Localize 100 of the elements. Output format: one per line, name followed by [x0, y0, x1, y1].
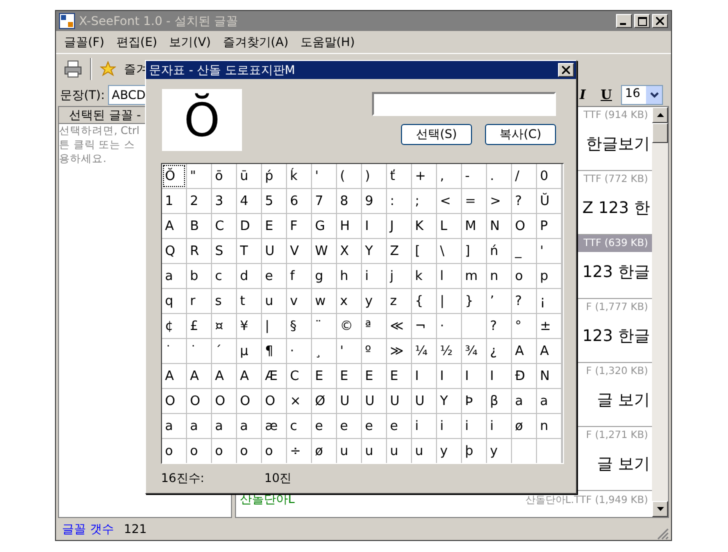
character-cell[interactable]: u: [337, 439, 361, 463]
menu-item[interactable]: 편집(E): [116, 34, 158, 50]
character-cell[interactable]: w: [312, 289, 336, 313]
character-cell[interactable]: A: [162, 214, 186, 238]
character-cell[interactable]: {: [412, 289, 436, 313]
close-button[interactable]: [558, 63, 574, 77]
character-cell[interactable]: u: [412, 439, 436, 463]
character-cell[interactable]: ḱ: [287, 164, 311, 188]
scrollbar[interactable]: [652, 107, 668, 517]
character-cell[interactable]: ª: [362, 314, 386, 338]
character-cell[interactable]: h: [337, 264, 361, 288]
character-cell[interactable]: O: [237, 389, 261, 413]
character-cell[interactable]: ×: [287, 389, 311, 413]
character-cell[interactable]: °: [512, 314, 536, 338]
select-button[interactable]: 선택(S): [401, 124, 472, 145]
selected-chars-field[interactable]: [372, 92, 556, 116]
scroll-down-button[interactable]: [652, 501, 668, 517]
character-cell[interactable]: k: [412, 264, 436, 288]
character-cell[interactable]: e: [337, 414, 361, 438]
character-cell[interactable]: u: [362, 439, 386, 463]
character-cell[interactable]: ·: [437, 314, 461, 338]
character-cell[interactable]: V: [287, 239, 311, 263]
character-cell[interactable]: O: [512, 214, 536, 238]
printer-icon[interactable]: [64, 60, 82, 78]
character-cell[interactable]: N: [487, 214, 511, 238]
character-cell[interactable]: A: [237, 364, 261, 388]
character-cell[interactable]: K: [412, 214, 436, 238]
character-cell[interactable]: P: [537, 214, 561, 238]
scroll-thumb[interactable]: [652, 123, 668, 143]
character-cell[interactable]: º: [362, 339, 386, 363]
character-cell[interactable]: u: [262, 289, 286, 313]
character-cell[interactable]: ': [312, 164, 336, 188]
character-cell[interactable]: Ŭ: [537, 189, 561, 213]
character-cell[interactable]: þ: [462, 439, 486, 463]
character-cell[interactable]: B: [187, 214, 211, 238]
character-cell[interactable]: ń: [487, 239, 511, 263]
character-cell[interactable]: _: [512, 239, 536, 263]
character-cell[interactable]: n: [487, 264, 511, 288]
character-cell[interactable]: 1: [162, 189, 186, 213]
character-cell[interactable]: =: [462, 189, 486, 213]
character-cell[interactable]: i: [362, 264, 386, 288]
character-cell[interactable]: ;: [412, 189, 436, 213]
character-cell[interactable]: ': [537, 239, 561, 263]
character-cell[interactable]: t: [237, 289, 261, 313]
underline-button[interactable]: U: [594, 88, 618, 102]
character-cell[interactable]: ]: [462, 239, 486, 263]
character-cell[interactable]: U: [362, 389, 386, 413]
character-cell[interactable]: U: [262, 239, 286, 263]
character-cell[interactable]: ": [187, 164, 211, 188]
character-cell[interactable]: e: [262, 264, 286, 288]
character-cell[interactable]: ˙: [187, 339, 211, 363]
character-cell[interactable]: H: [337, 214, 361, 238]
menu-item[interactable]: 즐겨찾기(A): [222, 34, 288, 50]
maximize-button[interactable]: [634, 14, 650, 28]
character-cell[interactable]: S: [212, 239, 236, 263]
character-cell[interactable]: a: [187, 414, 211, 438]
character-cell[interactable]: ?: [487, 314, 511, 338]
character-cell[interactable]: A: [187, 364, 211, 388]
character-cell[interactable]: g: [312, 264, 336, 288]
character-cell[interactable]: ): [362, 164, 386, 188]
character-cell[interactable]: .: [487, 164, 511, 188]
italic-button[interactable]: I: [574, 88, 592, 102]
character-cell[interactable]: U: [337, 389, 361, 413]
menu-item[interactable]: 도움말(H): [300, 34, 355, 50]
character-cell[interactable]: |: [437, 289, 461, 313]
character-cell[interactable]: Q: [162, 239, 186, 263]
character-cell[interactable]: c: [212, 264, 236, 288]
character-cell[interactable]: £: [187, 314, 211, 338]
character-cell[interactable]: E: [387, 364, 411, 388]
character-cell[interactable]: U: [387, 389, 411, 413]
character-cell[interactable]: O: [212, 389, 236, 413]
close-button[interactable]: [652, 14, 668, 28]
character-cell[interactable]: ¢: [162, 314, 186, 338]
character-cell[interactable]: ’: [487, 289, 511, 313]
character-cell[interactable]: O: [187, 389, 211, 413]
character-cell[interactable]: ≫: [387, 339, 411, 363]
character-cell[interactable]: ¬: [412, 314, 436, 338]
character-cell[interactable]: (: [337, 164, 361, 188]
character-cell[interactable]: M: [462, 214, 486, 238]
character-cell[interactable]: C: [212, 214, 236, 238]
character-cell[interactable]: Æ: [262, 364, 286, 388]
character-cell[interactable]: J: [387, 214, 411, 238]
character-cell[interactable]: R: [187, 239, 211, 263]
character-cell[interactable]: ´: [212, 339, 236, 363]
character-cell[interactable]: µ: [237, 339, 261, 363]
character-cell[interactable]: §: [287, 314, 311, 338]
character-cell[interactable]: A: [212, 364, 236, 388]
dropdown-button[interactable]: [646, 86, 662, 104]
character-cell[interactable]: ¶: [262, 339, 286, 363]
character-cell[interactable]: X: [337, 239, 361, 263]
character-cell[interactable]: Đ: [512, 364, 536, 388]
character-cell[interactable]: o: [512, 264, 536, 288]
character-cell[interactable]: 5: [262, 189, 286, 213]
character-cell[interactable]: Ø: [312, 389, 336, 413]
character-cell[interactable]: ¾: [462, 339, 486, 363]
character-cell[interactable]: ø: [312, 439, 336, 463]
character-cell[interactable]: /: [512, 164, 536, 188]
character-cell[interactable]: i: [412, 414, 436, 438]
character-cell[interactable]: j: [387, 264, 411, 288]
character-cell[interactable]: I: [487, 364, 511, 388]
